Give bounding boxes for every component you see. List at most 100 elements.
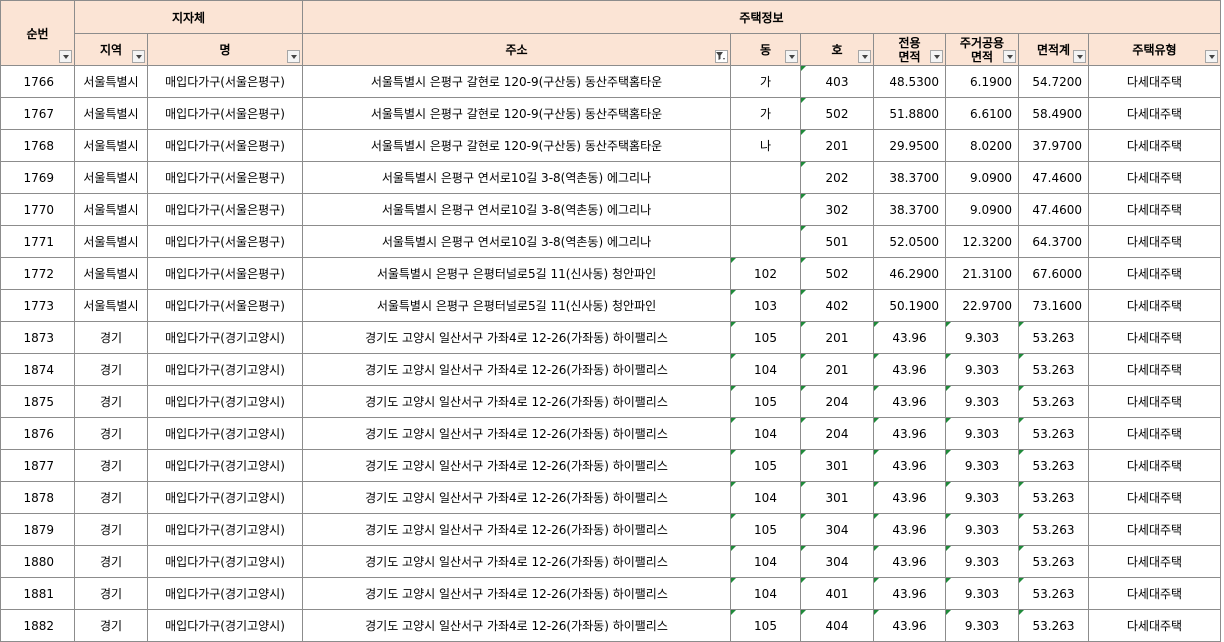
cell-dong[interactable]: 가 <box>730 65 801 98</box>
cell-common-area[interactable]: 9.303 <box>945 385 1019 418</box>
cell-exclusive-area[interactable]: 38.3700 <box>873 161 946 194</box>
cell-total-area[interactable]: 53.263 <box>1018 449 1089 482</box>
cell-dong[interactable] <box>730 225 801 258</box>
cell-exclusive-area[interactable]: 48.5300 <box>873 65 946 98</box>
table-row[interactable]: 1876 경기 매입다가구(경기고양시) 경기도 고양시 일산서구 가좌4로 12-2… <box>0 417 1221 450</box>
cell-exclusive-area[interactable]: 43.96 <box>873 545 946 578</box>
cell-common-area[interactable]: 9.303 <box>945 321 1019 354</box>
table-row[interactable]: 1766 서울특별시 매입다가구(서울은평구) 서울특별시 은평구 갈현로 120-9… <box>0 65 1221 98</box>
cell-common-area[interactable]: 9.303 <box>945 481 1019 514</box>
cell-exclusive-area[interactable]: 38.3700 <box>873 193 946 226</box>
cell-dong[interactable]: 105 <box>730 449 801 482</box>
cell-ho[interactable]: 204 <box>800 417 874 450</box>
cell-dong[interactable]: 105 <box>730 609 801 642</box>
cell-common-area[interactable]: 9.303 <box>945 513 1019 546</box>
cell-total-area[interactable]: 53.263 <box>1018 417 1089 450</box>
cell-common-area[interactable]: 9.303 <box>945 577 1019 610</box>
table-row[interactable]: 1768 서울특별시 매입다가구(서울은평구) 서울특별시 은평구 갈현로 120-9… <box>0 129 1221 162</box>
cell-region[interactable]: 서울특별시 <box>74 65 148 98</box>
cell-common-area[interactable]: 21.3100 <box>945 257 1019 290</box>
cell-region[interactable]: 경기 <box>74 577 148 610</box>
cell-address[interactable]: 서울특별시 은평구 은평터널로5길 11(신사동) 청안파인 <box>302 257 731 290</box>
cell-ho[interactable]: 502 <box>800 97 874 130</box>
cell-address[interactable]: 경기도 고양시 일산서구 가좌4로 12-26(가좌동) 하이팰리스 <box>302 449 731 482</box>
cell-type[interactable]: 다세대주택 <box>1088 417 1221 450</box>
cell-region[interactable]: 서울특별시 <box>74 161 148 194</box>
cell-region[interactable]: 경기 <box>74 385 148 418</box>
cell-name[interactable]: 매입다가구(경기고양시) <box>147 449 303 482</box>
cell-total-area[interactable]: 67.6000 <box>1018 257 1089 290</box>
cell-total-area[interactable]: 73.1600 <box>1018 289 1089 322</box>
cell-name[interactable]: 매입다가구(경기고양시) <box>147 545 303 578</box>
cell-region[interactable]: 경기 <box>74 321 148 354</box>
cell-ho[interactable]: 502 <box>800 257 874 290</box>
cell-type[interactable]: 다세대주택 <box>1088 257 1221 290</box>
cell-region[interactable]: 경기 <box>74 449 148 482</box>
cell-dong[interactable]: 104 <box>730 353 801 386</box>
cell-common-area[interactable]: 9.303 <box>945 417 1019 450</box>
filter-button-type[interactable] <box>1205 50 1218 63</box>
cell-dong[interactable]: 가 <box>730 97 801 130</box>
table-row[interactable]: 1767 서울특별시 매입다가구(서울은평구) 서울특별시 은평구 갈현로 120-9… <box>0 97 1221 130</box>
cell-name[interactable]: 매입다가구(경기고양시) <box>147 321 303 354</box>
cell-common-area[interactable]: 6.6100 <box>945 97 1019 130</box>
cell-dong[interactable]: 104 <box>730 417 801 450</box>
cell-exclusive-area[interactable]: 43.96 <box>873 321 946 354</box>
cell-type[interactable]: 다세대주택 <box>1088 289 1221 322</box>
cell-type[interactable]: 다세대주택 <box>1088 353 1221 386</box>
cell-ho[interactable]: 202 <box>800 161 874 194</box>
cell-seq[interactable]: 1768 <box>0 129 75 162</box>
cell-name[interactable]: 매입다가구(경기고양시) <box>147 385 303 418</box>
cell-region[interactable]: 경기 <box>74 545 148 578</box>
table-row[interactable]: 1874 경기 매입다가구(경기고양시) 경기도 고양시 일산서구 가좌4로 12-2… <box>0 353 1221 386</box>
cell-common-area[interactable]: 6.1900 <box>945 65 1019 98</box>
cell-dong[interactable]: 103 <box>730 289 801 322</box>
cell-total-area[interactable]: 53.263 <box>1018 609 1089 642</box>
cell-address[interactable]: 경기도 고양시 일산서구 가좌4로 12-26(가좌동) 하이팰리스 <box>302 385 731 418</box>
cell-total-area[interactable]: 53.263 <box>1018 481 1089 514</box>
cell-seq[interactable]: 1773 <box>0 289 75 322</box>
table-row[interactable]: 1770 서울특별시 매입다가구(서울은평구) 서울특별시 은평구 연서로10길 3-… <box>0 193 1221 226</box>
cell-address[interactable]: 경기도 고양시 일산서구 가좌4로 12-26(가좌동) 하이팰리스 <box>302 545 731 578</box>
cell-dong[interactable]: 104 <box>730 545 801 578</box>
cell-seq[interactable]: 1878 <box>0 481 75 514</box>
cell-seq[interactable]: 1771 <box>0 225 75 258</box>
cell-type[interactable]: 다세대주택 <box>1088 481 1221 514</box>
cell-type[interactable]: 다세대주택 <box>1088 65 1221 98</box>
cell-name[interactable]: 매입다가구(서울은평구) <box>147 129 303 162</box>
table-row[interactable]: 1772 서울특별시 매입다가구(서울은평구) 서울특별시 은평구 은평터널로5길 1… <box>0 257 1221 290</box>
table-row[interactable]: 1773 서울특별시 매입다가구(서울은평구) 서울특별시 은평구 은평터널로5길 1… <box>0 289 1221 322</box>
cell-seq[interactable]: 1772 <box>0 257 75 290</box>
filter-button-name[interactable] <box>287 50 300 63</box>
cell-name[interactable]: 매입다가구(경기고양시) <box>147 577 303 610</box>
cell-address[interactable]: 서울특별시 은평구 연서로10길 3-8(역촌동) 에그리나 <box>302 161 731 194</box>
table-row[interactable]: 1875 경기 매입다가구(경기고양시) 경기도 고양시 일산서구 가좌4로 12-2… <box>0 385 1221 418</box>
filter-button-ho[interactable] <box>858 50 871 63</box>
table-row[interactable]: 1873 경기 매입다가구(경기고양시) 경기도 고양시 일산서구 가좌4로 12-2… <box>0 321 1221 354</box>
cell-region[interactable]: 서울특별시 <box>74 129 148 162</box>
cell-name[interactable]: 매입다가구(서울은평구) <box>147 65 303 98</box>
cell-total-area[interactable]: 47.4600 <box>1018 193 1089 226</box>
cell-ho[interactable]: 301 <box>800 449 874 482</box>
cell-name[interactable]: 매입다가구(서울은평구) <box>147 161 303 194</box>
cell-common-area[interactable]: 9.303 <box>945 449 1019 482</box>
cell-exclusive-area[interactable]: 46.2900 <box>873 257 946 290</box>
table-row[interactable]: 1771 서울특별시 매입다가구(서울은평구) 서울특별시 은평구 연서로10길 3-… <box>0 225 1221 258</box>
cell-type[interactable]: 다세대주택 <box>1088 577 1221 610</box>
cell-name[interactable]: 매입다가구(서울은평구) <box>147 97 303 130</box>
cell-seq[interactable]: 1873 <box>0 321 75 354</box>
cell-address[interactable]: 경기도 고양시 일산서구 가좌4로 12-26(가좌동) 하이팰리스 <box>302 353 731 386</box>
cell-dong[interactable]: 104 <box>730 481 801 514</box>
cell-ho[interactable]: 403 <box>800 65 874 98</box>
cell-ho[interactable]: 501 <box>800 225 874 258</box>
cell-seq[interactable]: 1880 <box>0 545 75 578</box>
cell-ho[interactable]: 302 <box>800 193 874 226</box>
cell-type[interactable]: 다세대주택 <box>1088 97 1221 130</box>
cell-region[interactable]: 경기 <box>74 353 148 386</box>
table-row[interactable]: 1769 서울특별시 매입다가구(서울은평구) 서울특별시 은평구 연서로10길 3-… <box>0 161 1221 194</box>
cell-exclusive-area[interactable]: 50.1900 <box>873 289 946 322</box>
cell-address[interactable]: 서울특별시 은평구 은평터널로5길 11(신사동) 청안파인 <box>302 289 731 322</box>
table-row[interactable]: 1880 경기 매입다가구(경기고양시) 경기도 고양시 일산서구 가좌4로 12-2… <box>0 545 1221 578</box>
cell-region[interactable]: 서울특별시 <box>74 289 148 322</box>
cell-address[interactable]: 서울특별시 은평구 갈현로 120-9(구산동) 동산주택홈타운 <box>302 129 731 162</box>
